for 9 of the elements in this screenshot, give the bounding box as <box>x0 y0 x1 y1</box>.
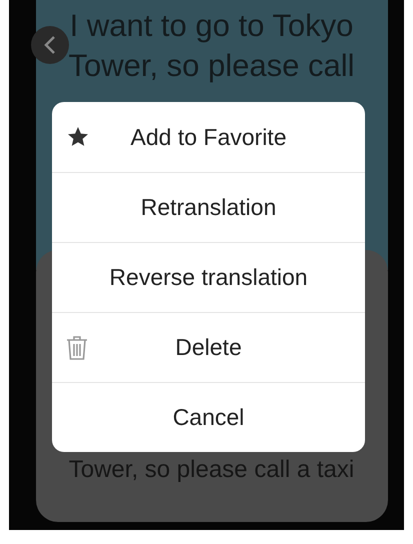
menu-item[interactable]: Retranslation <box>52 172 365 242</box>
trash-icon <box>66 334 88 360</box>
menu-item[interactable]: Cancel <box>52 382 365 452</box>
menu-item[interactable]: Delete <box>52 312 365 382</box>
menu-item[interactable]: Reverse translation <box>52 242 365 312</box>
translation-text: Tower, so please call <box>68 47 355 85</box>
menu-item[interactable]: Add to Favorite <box>52 102 365 172</box>
translation-text: I want to go to Tokyo <box>70 7 354 45</box>
chevron-left-icon <box>44 35 56 55</box>
